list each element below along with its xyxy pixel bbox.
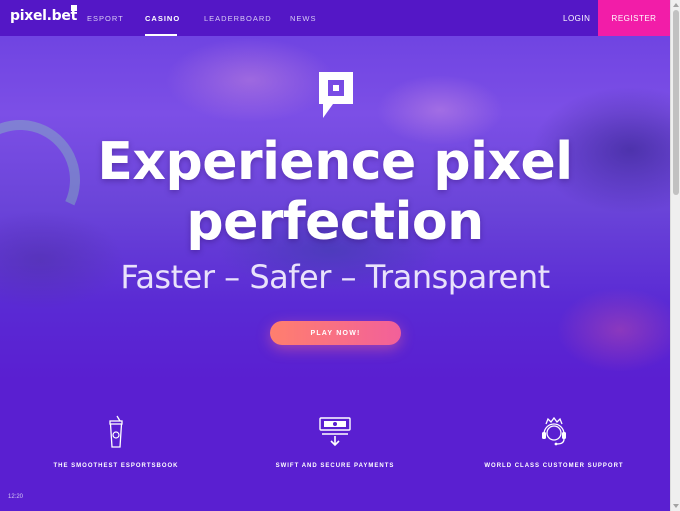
nav-link-news[interactable]: NEWS xyxy=(290,14,317,23)
feature-esportsbook: THE SMOOTHEST ESPORTSBOOK xyxy=(16,415,216,469)
page: pixel.bet ESPORT CASINO LEADERBOARD NEWS… xyxy=(0,0,670,511)
feature-label: THE SMOOTHEST ESPORTSBOOK xyxy=(53,463,179,469)
feature-label: SWIFT AND SECURE PAYMENTS xyxy=(275,463,395,469)
logo-mark-icon xyxy=(71,5,77,11)
pixel-logo-icon xyxy=(319,72,353,118)
scroll-down-arrow-icon[interactable] xyxy=(673,504,679,508)
cup-icon xyxy=(109,415,123,448)
support-headset-icon xyxy=(542,416,566,446)
login-link[interactable]: LOGIN xyxy=(563,14,590,23)
clock-time: 12:20 xyxy=(8,494,24,500)
hero-subline: Faster – Safer – Transparent xyxy=(120,258,550,296)
hero-headline-line1: Experience pixel xyxy=(97,132,573,192)
hero-headline-line2: perfection xyxy=(186,192,484,252)
play-now-button[interactable]: PLAY NOW! xyxy=(270,321,401,345)
top-nav: pixel.bet ESPORT CASINO LEADERBOARD NEWS… xyxy=(0,0,670,36)
nav-link-esport[interactable]: ESPORT xyxy=(87,14,124,23)
vertical-scrollbar[interactable] xyxy=(670,0,680,511)
scroll-thumb[interactable] xyxy=(673,10,679,195)
payment-icon xyxy=(319,417,351,447)
feature-support: WORLD CLASS CUSTOMER SUPPORT xyxy=(454,415,654,469)
site-logo[interactable]: pixel.bet xyxy=(10,8,77,24)
nav-link-casino[interactable]: CASINO xyxy=(145,14,180,23)
nav-link-leaderboard[interactable]: LEADERBOARD xyxy=(204,14,272,23)
scroll-up-arrow-icon[interactable] xyxy=(673,3,679,7)
feature-label: WORLD CLASS CUSTOMER SUPPORT xyxy=(484,463,624,469)
active-tab-indicator xyxy=(145,34,177,36)
register-button[interactable]: REGISTER xyxy=(598,0,670,36)
feature-payments: SWIFT AND SECURE PAYMENTS xyxy=(235,415,435,469)
